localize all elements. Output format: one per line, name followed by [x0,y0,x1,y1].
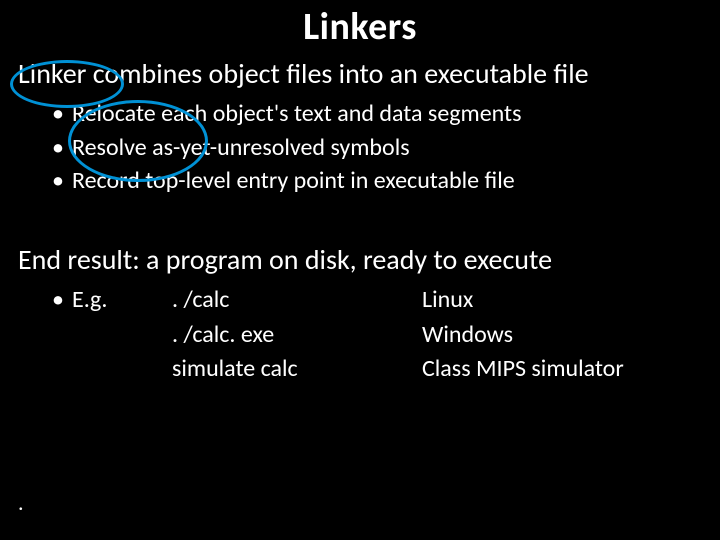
example-label: E.g. [52,283,172,387]
example-os: Windows [422,318,702,353]
bullet-list-1: Relocate each object's text and data seg… [52,97,702,198]
slide-title: Linkers [0,0,720,50]
intro-line: Linker combines object files into an exe… [18,56,702,91]
bullet-item: Record top-level entry point in executab… [52,164,702,198]
example-os: Linux [422,283,702,318]
example-oses: Linux Windows Class MIPS simulator [392,283,702,387]
example-os: Class MIPS simulator [422,352,702,387]
example-row: E.g. . /calc . /calc. exe simulate calc … [52,283,702,387]
footer-dot: . [18,489,24,516]
bullet-item: Resolve as-yet-unresolved symbols [52,131,702,165]
slide: Linkers Linker combines object files int… [0,0,720,540]
example-cmd: simulate calc [172,352,392,387]
example-cmd: . /calc [172,283,392,318]
result-line: End result: a program on disk, ready to … [18,242,702,277]
slide-body: Linker combines object files into an exe… [0,50,720,387]
example-cmd: . /calc. exe [172,318,392,353]
bullet-item: Relocate each object's text and data seg… [52,97,702,131]
example-commands: . /calc . /calc. exe simulate calc [172,283,392,387]
